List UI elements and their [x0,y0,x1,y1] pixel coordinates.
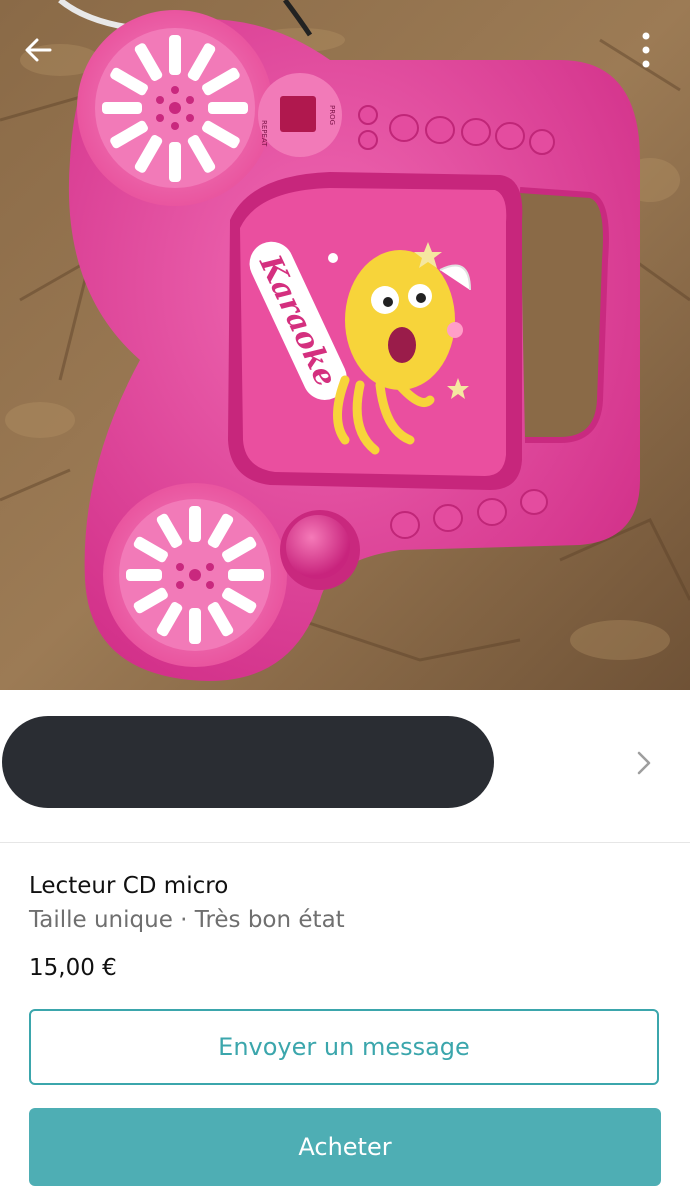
item-photo[interactable]: REPEAT PROG Karaoke [0,0,690,690]
more-vertical-icon [642,32,650,68]
display-label-right: PROG [328,105,336,125]
display-label-left: REPEAT [260,120,268,147]
chevron-right-icon [637,751,651,775]
buy-button[interactable]: Acheter [29,1108,661,1186]
buy-label: Acheter [298,1133,392,1161]
item-title: Lecteur CD micro [29,873,229,899]
redacted-seller-info [2,716,494,808]
item-price: 15,00 € [29,955,117,981]
karaoke-player-image: REPEAT PROG Karaoke [0,0,690,690]
send-message-button[interactable]: Envoyer un message [29,1009,659,1085]
arrow-left-icon [25,38,52,62]
send-message-label: Envoyer un message [218,1033,470,1061]
seller-row[interactable] [0,690,690,843]
more-options-button[interactable] [620,24,672,76]
back-button[interactable] [12,24,64,76]
item-meta: Taille unique · Très bon état [29,907,345,933]
